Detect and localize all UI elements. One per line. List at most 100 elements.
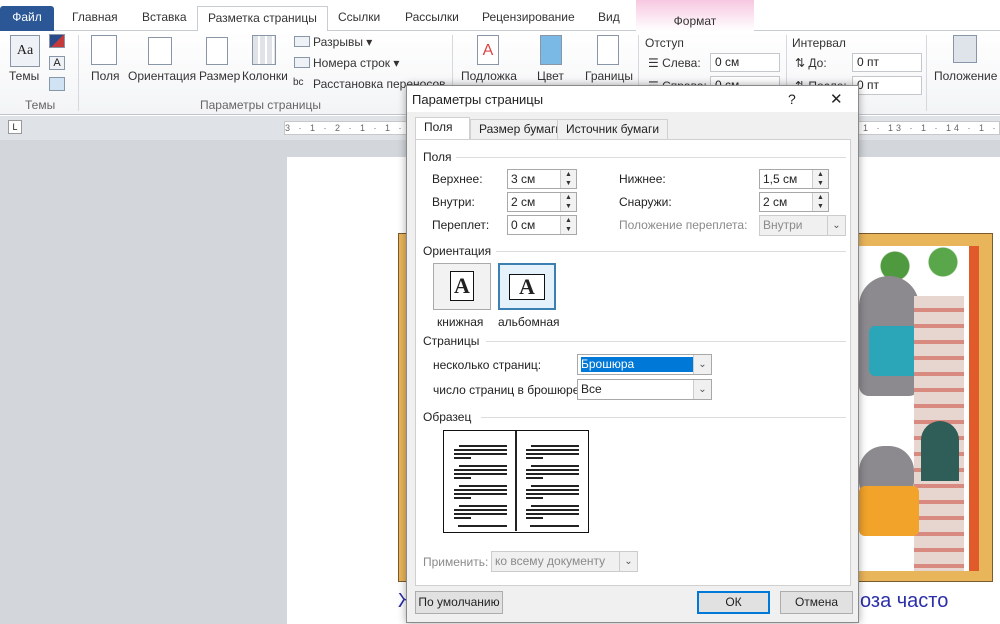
preview-line [526, 453, 579, 455]
sheets-per-booklet-select[interactable]: Все ⌄ [577, 379, 712, 400]
page-color-icon [540, 35, 562, 65]
position-icon [953, 35, 977, 63]
preview-line [530, 525, 579, 527]
spacing-before-label: ⇅ До: [795, 56, 827, 70]
page-borders-icon [597, 35, 619, 65]
preview-line [459, 485, 507, 487]
position-button[interactable]: Положение [934, 69, 997, 83]
indent-left-input[interactable]: 0 см [710, 53, 780, 72]
columns-button[interactable]: Колонки [242, 69, 288, 83]
preview-line [454, 513, 507, 515]
page-color-button[interactable]: Цвет [537, 69, 564, 83]
tab-view[interactable]: Вид [588, 6, 630, 31]
chevron-down-icon: ⌄ [619, 552, 637, 571]
preview-line [531, 505, 579, 507]
top-margin-spinner[interactable]: ▲ ▼ [560, 170, 576, 188]
preview-line [454, 449, 507, 451]
landscape-label[interactable]: альбомная [498, 315, 560, 329]
breaks-button[interactable]: Разрывы ▾ [313, 35, 372, 49]
set-default-button[interactable]: По умолчанию [415, 591, 503, 614]
outside-margin-spinner[interactable]: ▲ ▼ [812, 193, 828, 211]
outside-margin-label: Снаружи: [619, 195, 672, 209]
margins-panel: Поля Верхнее: 3 см ▲ ▼ Нижнее: 1,5 см ▲ ▼ Вн… [415, 139, 851, 586]
page-setup-group-label: Параметры страницы [200, 98, 321, 112]
cancel-button[interactable]: Отмена [780, 591, 853, 614]
spacing-after-input[interactable]: 0 пт [852, 76, 922, 95]
watermark-icon: A [477, 35, 499, 65]
landscape-button[interactable]: A [498, 263, 556, 310]
preview-line [454, 469, 507, 471]
themes-button[interactable]: Темы [9, 69, 39, 83]
indent-left-label: ☰ Слева: [648, 56, 701, 70]
tab-review[interactable]: Рецензирование [472, 6, 585, 31]
multiple-pages-select[interactable]: Брошюра ⌄ [577, 354, 712, 375]
line-numbers-icon [294, 57, 310, 68]
booklet-preview [443, 430, 589, 533]
page-borders-button[interactable]: Границы [585, 69, 633, 83]
orientation-button[interactable]: Ориентация [128, 69, 196, 83]
spacing-before-input[interactable]: 0 пт [852, 53, 922, 72]
preview-line [526, 449, 579, 451]
close-button[interactable]: ✕ [830, 90, 843, 108]
preview-line [454, 509, 507, 511]
portrait-label[interactable]: книжная [437, 315, 483, 329]
watermark-button[interactable]: Подложка [461, 69, 517, 83]
tab-paper-source[interactable]: Источник бумаги [557, 119, 669, 140]
preview-line [526, 473, 579, 475]
top-margin-input[interactable]: 3 см ▲ ▼ [507, 169, 577, 189]
preview-line [526, 497, 543, 499]
preview-line [531, 445, 579, 447]
hyphenation-icon: bc [293, 77, 304, 88]
bottom-margin-spinner[interactable]: ▲ ▼ [812, 170, 828, 188]
gutter-spinner[interactable]: ▲ ▼ [560, 216, 576, 234]
preview-line [459, 445, 507, 447]
preview-line [459, 505, 507, 507]
outside-margin-input[interactable]: 2 см ▲ ▼ [759, 192, 829, 212]
theme-fonts-icon[interactable]: A [49, 56, 65, 70]
ribbon-tab-bar: Файл Главная Вставка Разметка страницы С… [0, 0, 1000, 32]
preview-line [454, 473, 507, 475]
inside-margin-input[interactable]: 2 см ▲ ▼ [507, 192, 577, 212]
size-icon [206, 37, 228, 65]
ok-button[interactable]: ОК [697, 591, 770, 614]
preview-line [526, 469, 579, 471]
help-button[interactable]: ? [788, 91, 796, 107]
theme-effects-icon[interactable] [49, 77, 65, 91]
breaks-icon [294, 36, 310, 47]
size-button[interactable]: Размер [199, 69, 240, 83]
tab-format[interactable]: Формат [636, 0, 754, 31]
apply-to-select: ко всему документу ⌄ [491, 551, 638, 572]
preview-line [454, 489, 507, 491]
tab-margins[interactable]: Поля [415, 117, 470, 140]
bottom-margin-input[interactable]: 1,5 см ▲ ▼ [759, 169, 829, 189]
margins-icon [91, 35, 117, 65]
tab-page-layout[interactable]: Разметка страницы [197, 6, 328, 32]
gutter-position-select: Внутри ⌄ [759, 215, 846, 236]
tab-home[interactable]: Главная [62, 6, 128, 31]
section-preview: Образец [423, 410, 472, 424]
tab-mailings[interactable]: Рассылки [395, 6, 469, 31]
spacing-title: Интервал [792, 36, 846, 50]
tab-file[interactable]: Файл [0, 6, 54, 31]
inside-margin-spinner[interactable]: ▲ ▼ [560, 193, 576, 211]
tab-paper-size[interactable]: Размер бумаги [470, 119, 572, 140]
line-numbers-button[interactable]: Номера строк ▾ [313, 56, 399, 70]
preview-line [459, 465, 507, 467]
tab-references[interactable]: Ссылки [328, 6, 390, 31]
landscape-page-icon: A [509, 274, 545, 300]
orientation-icon [148, 37, 172, 65]
tab-insert[interactable]: Вставка [132, 6, 197, 31]
inside-margin-label: Внутри: [432, 195, 475, 209]
themes-icon: Aa [10, 35, 40, 67]
indent-title: Отступ [645, 36, 684, 50]
preview-line [454, 497, 471, 499]
preview-line [526, 477, 543, 479]
tab-selector-icon[interactable]: L [8, 120, 22, 134]
dialog-title-bar[interactable]: Параметры страницы ? ✕ [407, 86, 858, 112]
document-text-right: оза часто [860, 590, 949, 612]
theme-colors-icon[interactable] [49, 34, 65, 48]
preview-line [526, 493, 579, 495]
gutter-input[interactable]: 0 см ▲ ▼ [507, 215, 577, 235]
margins-button[interactable]: Поля [91, 69, 120, 83]
portrait-button[interactable]: A [433, 263, 491, 310]
